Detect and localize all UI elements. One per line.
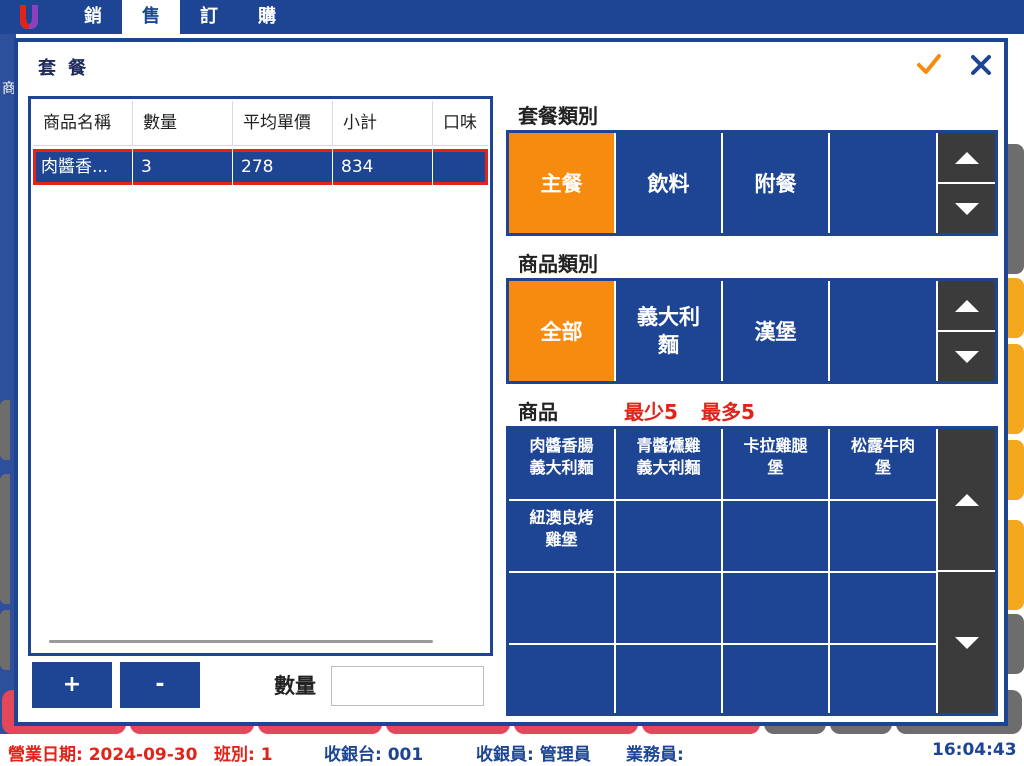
max-quantity-rule: 最多5	[701, 400, 755, 424]
app-logo-icon	[20, 5, 38, 29]
cell-qty: 3	[133, 149, 233, 185]
business-date: 營業日期: 2024-09-30	[8, 745, 198, 765]
decrease-button[interactable]: -	[120, 662, 200, 708]
background-tab	[1008, 440, 1024, 500]
set-category-empty	[830, 133, 938, 233]
top-menu-bar: 銷 售 訂 購	[0, 0, 1024, 34]
pos-screen: 銷 售 訂 購 商 套餐 商品名稱 數量 平均單價 小計 口味 肉醬香... 3…	[0, 0, 1024, 766]
background-tab	[0, 400, 10, 460]
table-row[interactable]: 肉醬香... 3 278 834	[33, 149, 488, 185]
product-pesto-smoked-chicken-pasta[interactable]: 青醬燻雞 義大利麵	[616, 429, 723, 499]
product-slot-empty	[509, 645, 616, 713]
register-id: 收銀台: 001	[324, 745, 424, 765]
product-category-scroll	[938, 281, 995, 381]
cashier-name: 收銀員: 管理員	[476, 745, 591, 765]
quantity-label: 數量	[274, 674, 316, 698]
set-category-title: 套餐類別	[518, 104, 598, 128]
column-header-name[interactable]: 商品名稱	[33, 101, 133, 146]
arrow-down-icon	[954, 636, 979, 649]
scroll-down-button[interactable]	[938, 184, 995, 233]
arrow-up-icon	[954, 493, 979, 506]
arrow-up-icon	[954, 299, 979, 312]
product-slot-empty	[616, 645, 723, 713]
min-quantity-rule: 最少5	[624, 400, 678, 424]
product-category-burger[interactable]: 漢堡	[723, 281, 830, 381]
product-category-pasta[interactable]: 義大利 麵	[616, 281, 723, 381]
set-category-panel: 主餐 飲料 附餐	[506, 130, 998, 236]
product-slot-empty	[616, 573, 723, 643]
product-category-panel: 全部 義大利 麵 漢堡	[506, 278, 998, 384]
scroll-down-button[interactable]	[938, 572, 995, 713]
dialog-title: 套餐	[38, 58, 98, 79]
close-icon[interactable]	[968, 50, 994, 78]
product-slot-empty	[830, 573, 938, 643]
table-header: 商品名稱 數量 平均單價 小計 口味	[33, 101, 488, 146]
column-header-qty[interactable]: 數量	[133, 101, 233, 146]
products-title: 商品	[518, 400, 558, 424]
product-truffle-beef-burger[interactable]: 松露牛肉 堡	[830, 429, 938, 499]
set-category-side[interactable]: 附餐	[723, 133, 830, 233]
cell-name: 肉醬香...	[33, 149, 133, 185]
set-meal-dialog: 套餐 商品名稱 數量 平均單價 小計 口味 肉醬香... 3 278 834 +…	[14, 38, 1008, 726]
background-tab	[1008, 520, 1024, 610]
background-tab	[1008, 344, 1024, 434]
checkmark-icon[interactable]	[916, 50, 942, 78]
arrow-up-icon	[954, 151, 979, 164]
column-header-flavor[interactable]: 口味	[433, 101, 488, 146]
product-slot-empty	[830, 645, 938, 713]
horizontal-scrollbar[interactable]	[49, 640, 433, 643]
product-slot-empty	[723, 645, 830, 713]
product-new-orleans-chicken-burger[interactable]: 紐澳良烤 雞堡	[509, 501, 616, 571]
products-panel: 肉醬香腸 義大利麵 青醬燻雞 義大利麵 卡拉雞腿 堡 松露牛肉 堡 紐澳良烤 雞…	[506, 426, 998, 716]
background-tab	[1008, 614, 1024, 674]
product-crispy-chicken-burger[interactable]: 卡拉雞腿 堡	[723, 429, 830, 499]
increase-button[interactable]: +	[32, 662, 112, 708]
column-header-avg-price[interactable]: 平均單價	[233, 101, 333, 146]
cell-subtotal: 834	[333, 149, 433, 185]
arrow-down-icon	[954, 202, 979, 215]
set-category-drink[interactable]: 飲料	[616, 133, 723, 233]
product-slot-empty	[723, 573, 830, 643]
scroll-up-button[interactable]	[938, 281, 995, 330]
quantity-input[interactable]	[331, 666, 484, 706]
product-slot-empty	[509, 573, 616, 643]
product-category-all[interactable]: 全部	[509, 281, 616, 381]
menu-item-gou[interactable]: 購	[238, 0, 296, 34]
selected-items-table: 商品名稱 數量 平均單價 小計 口味 肉醬香... 3 278 834	[28, 96, 493, 656]
scroll-up-button[interactable]	[938, 429, 995, 570]
scroll-down-button[interactable]	[938, 332, 995, 381]
set-category-scroll	[938, 133, 995, 233]
product-category-title: 商品類別	[518, 252, 598, 276]
products-scroll	[938, 429, 995, 713]
background-tab	[0, 474, 10, 604]
background-tab	[0, 610, 10, 670]
cell-flavor	[433, 149, 488, 185]
product-category-empty	[830, 281, 938, 381]
clock-time: 16:04:43	[932, 740, 1017, 760]
status-bar: 營業日期: 2024-09-30 班別: 1 收銀台: 001 收銀員: 管理員…	[0, 734, 1024, 766]
menu-item-ding[interactable]: 訂	[180, 0, 238, 34]
product-meat-sauce-sausage-pasta[interactable]: 肉醬香腸 義大利麵	[509, 429, 616, 499]
set-category-main[interactable]: 主餐	[509, 133, 616, 233]
salesperson: 業務員:	[626, 745, 684, 765]
background-tab	[1008, 144, 1024, 274]
arrow-down-icon	[954, 350, 979, 363]
product-slot-empty	[616, 501, 723, 571]
cell-avg-price: 278	[233, 149, 333, 185]
menu-item-shou[interactable]: 售	[122, 0, 180, 34]
shift-number: 班別: 1	[214, 745, 273, 765]
column-header-subtotal[interactable]: 小計	[333, 101, 433, 146]
product-slot-empty	[723, 501, 830, 571]
background-tab	[1008, 278, 1024, 338]
scroll-up-button[interactable]	[938, 133, 995, 182]
product-slot-empty	[830, 501, 938, 571]
menu-item-xiao[interactable]: 銷	[64, 0, 122, 34]
